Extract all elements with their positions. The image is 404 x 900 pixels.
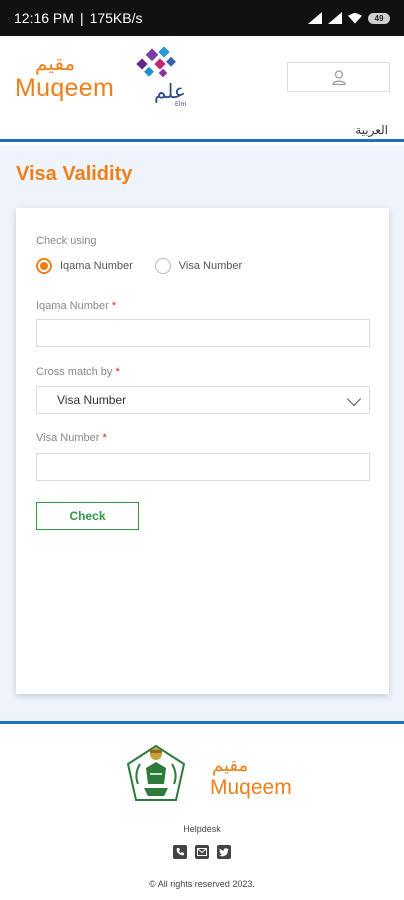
iqama-number-label-text: Iqama Number bbox=[36, 300, 109, 312]
radio-visa-label: Visa Number bbox=[178, 260, 243, 272]
elm-logo: علم Elm bbox=[130, 46, 196, 108]
radio-iqama-label: Iqama Number bbox=[60, 260, 133, 272]
app-header: مقيم Muqeem علم Elm العربية bbox=[0, 36, 404, 142]
signal-icon bbox=[308, 12, 322, 24]
account-button[interactable] bbox=[287, 62, 390, 92]
mail-icon[interactable] bbox=[195, 845, 209, 859]
radio-iqama-number[interactable] bbox=[36, 258, 52, 274]
check-using-label: Check using bbox=[36, 235, 97, 247]
visa-number-input[interactable] bbox=[36, 453, 370, 481]
language-switch-link[interactable]: العربية bbox=[355, 123, 388, 137]
radio-option-iqama[interactable]: Iqama Number bbox=[36, 258, 133, 274]
cross-match-label-text: Cross match by bbox=[36, 366, 113, 378]
elm-logo-english: Elm bbox=[175, 101, 186, 108]
chevron-down-icon bbox=[346, 391, 362, 407]
user-icon bbox=[331, 69, 346, 85]
check-button[interactable]: Check bbox=[36, 502, 139, 530]
visa-number-label: Visa Number * bbox=[36, 432, 107, 444]
muqeem-logo-english: Muqeem bbox=[15, 74, 115, 102]
signal-icon-2 bbox=[328, 12, 342, 24]
main-content: Visa Validity Check using Iqama Number V… bbox=[0, 145, 404, 721]
twitter-icon[interactable] bbox=[217, 845, 231, 859]
required-asterisk: * bbox=[111, 300, 117, 312]
wifi-icon bbox=[348, 12, 362, 24]
app-footer: مقيم Muqeem Helpdesk © All rights reserv… bbox=[0, 721, 404, 900]
helpdesk-label: Helpdesk bbox=[183, 824, 221, 834]
status-right: 49 bbox=[308, 12, 390, 24]
visa-number-label-text: Visa Number bbox=[36, 432, 100, 444]
copyright-text: © All rights reserved 2023. bbox=[149, 879, 255, 889]
iqama-number-label: Iqama Number * bbox=[36, 300, 116, 312]
radio-visa-number[interactable] bbox=[154, 258, 171, 274]
battery-icon: 49 bbox=[368, 12, 390, 24]
visa-validity-form: Check using Iqama Number Visa Number Iqa… bbox=[16, 208, 389, 694]
check-using-radio-group: Iqama Number Visa Number bbox=[36, 258, 264, 274]
cross-match-selected-value: Visa Number bbox=[57, 393, 127, 407]
footer-muqeem-logo: مقيم Muqeem bbox=[210, 756, 292, 800]
footer-logo-english: Muqeem bbox=[210, 776, 292, 799]
required-asterisk: * bbox=[115, 366, 120, 378]
cross-match-select[interactable]: Visa Number bbox=[36, 386, 370, 414]
status-left: 12:16 PM | 175KB/s bbox=[14, 10, 143, 26]
helpdesk-icons bbox=[173, 845, 231, 859]
muqeem-logo-arabic: مقيم bbox=[35, 51, 76, 75]
required-asterisk: * bbox=[102, 432, 107, 444]
status-speed: 175KB/s bbox=[89, 10, 143, 26]
radio-option-visa[interactable]: Visa Number bbox=[154, 258, 243, 274]
page-title: Visa Validity bbox=[16, 163, 133, 185]
footer-logo-arabic: مقيم bbox=[212, 755, 249, 776]
elm-logo-arabic: علم bbox=[154, 79, 186, 103]
status-separator: | bbox=[79, 10, 84, 26]
iqama-number-input[interactable] bbox=[36, 319, 370, 347]
status-time: 12:16 PM bbox=[14, 10, 74, 26]
status-bar: 12:16 PM | 175KB/s 49 bbox=[0, 0, 404, 36]
cross-match-label: Cross match by * bbox=[36, 366, 120, 378]
muqeem-logo[interactable]: مقيم Muqeem bbox=[15, 52, 114, 102]
passports-emblem-logo bbox=[124, 744, 188, 806]
phone-icon[interactable] bbox=[173, 845, 187, 859]
